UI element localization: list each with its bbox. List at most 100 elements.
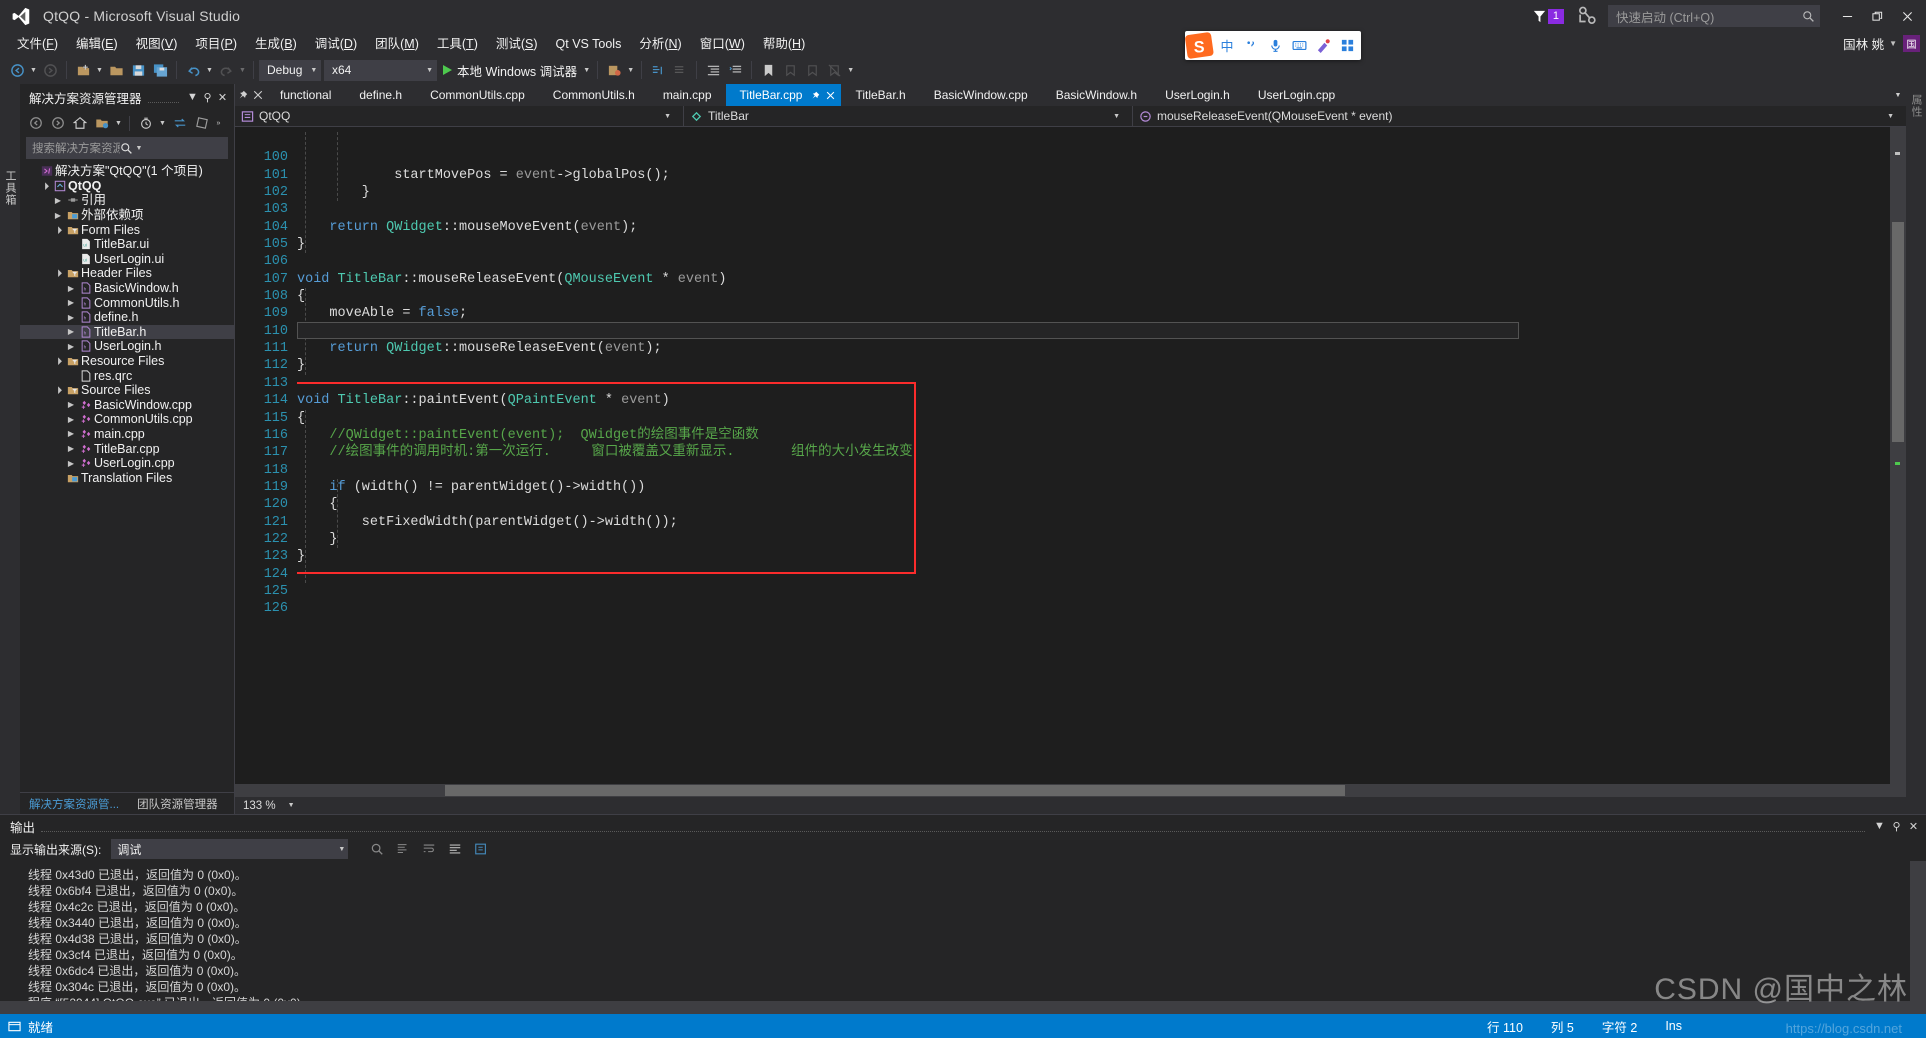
tree-item-4[interactable]: ◢ Form Files: [20, 222, 234, 237]
solution-platform-combo[interactable]: x64 ▼: [324, 59, 437, 81]
chevron-down-icon[interactable]: ◢: [51, 383, 65, 397]
code-line[interactable]: setFixedWidth(parentWidget()->width());: [297, 514, 1906, 531]
editor-tab-1[interactable]: define.h: [345, 84, 417, 106]
tab-pin-close-group[interactable]: [235, 84, 266, 106]
pin-icon[interactable]: [811, 91, 820, 100]
menu-item-3[interactable]: 项目(P): [186, 33, 246, 55]
toggle-wordwrap-icon[interactable]: [418, 838, 440, 860]
toolbox-strip[interactable]: 工具箱: [0, 84, 20, 814]
nav-project-selector[interactable]: QtQQ ▼: [235, 106, 683, 127]
show-all-files-icon[interactable]: [91, 113, 112, 134]
chevron-right-icon[interactable]: ▶: [52, 196, 64, 205]
tree-item-1[interactable]: ◢ QtQQ: [20, 179, 234, 194]
editor-tab-2[interactable]: CommonUtils.cpp: [416, 84, 539, 106]
menu-item-4[interactable]: 生成(B): [246, 33, 306, 55]
tree-item-6[interactable]: ui UserLogin.ui: [20, 252, 234, 267]
menu-item-10[interactable]: 分析(N): [630, 33, 690, 55]
output-text[interactable]: 线程 0x43d0 已退出，返回值为 0 (0x0)。 线程 0x6bf4 已退出…: [0, 861, 1926, 1001]
panel-menu-icon[interactable]: ▼: [185, 87, 200, 107]
close-icon[interactable]: ✕: [215, 87, 230, 107]
menu-item-2[interactable]: 视图(V): [127, 33, 187, 55]
code-line[interactable]: if (width() != parentWidget()->width()): [297, 479, 1906, 496]
bookmark-icon[interactable]: [757, 59, 779, 81]
apps-icon[interactable]: [1335, 31, 1359, 60]
editor-tab-3[interactable]: CommonUtils.h: [538, 84, 649, 106]
attach-caret[interactable]: ▼: [625, 59, 636, 81]
chevron-right-icon[interactable]: ▶: [65, 444, 77, 453]
ime-language-label[interactable]: 中: [1215, 31, 1239, 60]
menu-item-9[interactable]: Qt VS Tools: [547, 33, 631, 55]
editor-tab-4[interactable]: main.cpp: [648, 84, 726, 106]
pending-changes-icon[interactable]: [135, 113, 156, 134]
punctuation-icon[interactable]: [1239, 31, 1263, 60]
code-line[interactable]: //绘图事件的调用时机:第一次运行. 窗口被覆盖又重新显示. 组件的大小发生改变: [297, 444, 1906, 461]
home-icon[interactable]: [69, 113, 90, 134]
code-line[interactable]: {: [297, 288, 1906, 305]
redo-dropdown-caret[interactable]: ▼: [237, 59, 248, 81]
ime-toolbar[interactable]: S 中: [1185, 31, 1361, 60]
code-line[interactable]: }: [297, 236, 1906, 253]
code-line[interactable]: return QWidget::mouseMoveEvent(event);: [297, 219, 1906, 236]
menu-item-11[interactable]: 窗口(W): [691, 33, 754, 55]
editor-horizontal-scrollbar[interactable]: [235, 784, 1906, 797]
menu-item-0[interactable]: 文件(F): [8, 33, 67, 55]
tree-item-3[interactable]: ▶ 外部依赖项: [20, 208, 234, 223]
chevron-right-icon[interactable]: ▶: [65, 400, 77, 409]
tab-controls[interactable]: [811, 91, 835, 100]
solution-panel-tab-0[interactable]: 解决方案资源管...: [20, 793, 128, 815]
solution-config-combo[interactable]: Debug ▼: [259, 59, 321, 81]
code-line[interactable]: startMovePos = event->globalPos();: [297, 167, 1906, 184]
tree-item-11[interactable]: ▶ h TitleBar.h: [20, 324, 234, 340]
tree-item-10[interactable]: ▶ h define.h: [20, 310, 234, 325]
save-icon[interactable]: [127, 59, 149, 81]
code-line[interactable]: void TitleBar::paintEvent(QPaintEvent * …: [297, 392, 1906, 409]
keyboard-icon[interactable]: [1287, 31, 1311, 60]
code-line[interactable]: }: [297, 531, 1906, 548]
chevron-right-icon[interactable]: ▶: [65, 313, 77, 322]
editor-tab-9[interactable]: UserLogin.h: [1151, 84, 1244, 106]
menu-item-5[interactable]: 调试(D): [306, 33, 366, 55]
sogou-logo-icon[interactable]: S: [1185, 31, 1215, 60]
restore-button[interactable]: [1862, 3, 1892, 29]
solution-panel-tab-1[interactable]: 团队资源管理器: [128, 793, 227, 815]
user-account[interactable]: 国林 姚 ▼ 国: [1843, 34, 1920, 53]
code-line[interactable]: }: [297, 357, 1906, 374]
tree-item-18[interactable]: ▶ main.cpp: [20, 427, 234, 442]
tree-item-12[interactable]: ▶ h UserLogin.h: [20, 339, 234, 354]
chevron-right-icon[interactable]: ▶: [65, 342, 77, 351]
tree-item-21[interactable]: Translation Files: [20, 470, 234, 485]
forward-icon[interactable]: [47, 113, 68, 134]
search-options-caret[interactable]: ▼: [133, 145, 227, 152]
undo-dropdown-caret[interactable]: ▼: [204, 59, 215, 81]
tree-item-7[interactable]: ◢ Header Files: [20, 266, 234, 281]
code-line[interactable]: [297, 566, 1906, 583]
editor-tab-6[interactable]: TitleBar.h: [841, 84, 920, 106]
sync-with-active-doc-icon[interactable]: [169, 113, 190, 134]
code-line[interactable]: [297, 201, 1906, 218]
code-line[interactable]: {: [297, 410, 1906, 427]
tree-item-15[interactable]: ◢ Source Files: [20, 383, 234, 398]
code-content[interactable]: parentWidget()->move(windowPos + dPos); …: [297, 127, 1906, 784]
go-to-message-icon[interactable]: [470, 838, 492, 860]
chevron-right-icon[interactable]: ▶: [52, 211, 64, 220]
debug-target-caret[interactable]: ▼: [581, 59, 592, 81]
code-editor[interactable]: 9910010110210310410510610710810911011111…: [235, 127, 1906, 784]
outdent-icon[interactable]: [724, 59, 746, 81]
nav-member-selector[interactable]: mouseReleaseEvent(QMouseEvent * event) ▼: [1133, 106, 1906, 127]
code-line[interactable]: moveAble = false;: [297, 305, 1906, 322]
chevron-right-icon[interactable]: ▶: [65, 298, 77, 307]
editor-tab-0[interactable]: functional: [266, 84, 346, 106]
paint-icon[interactable]: [1311, 31, 1335, 60]
code-line[interactable]: //QWidget::paintEvent(event); QWidget的绘图…: [297, 427, 1906, 444]
navigate-back-icon[interactable]: [6, 59, 28, 81]
code-line[interactable]: [297, 462, 1906, 479]
output-horizontal-scrollbar[interactable]: [0, 1001, 1926, 1014]
clear-all-icon[interactable]: [392, 838, 414, 860]
notifications-button[interactable]: 1: [1532, 8, 1564, 24]
navigation-bar[interactable]: QtQQ ▼ TitleBar ▼ mouseReleaseEvent(QMou…: [235, 105, 1906, 127]
clear-bookmarks-icon[interactable]: [823, 59, 845, 81]
tree-item-13[interactable]: ◢ Resource Files: [20, 354, 234, 369]
navigate-forward-icon[interactable]: [39, 59, 61, 81]
panel-menu-icon[interactable]: ▼: [1871, 816, 1888, 836]
code-line[interactable]: [297, 149, 1906, 166]
